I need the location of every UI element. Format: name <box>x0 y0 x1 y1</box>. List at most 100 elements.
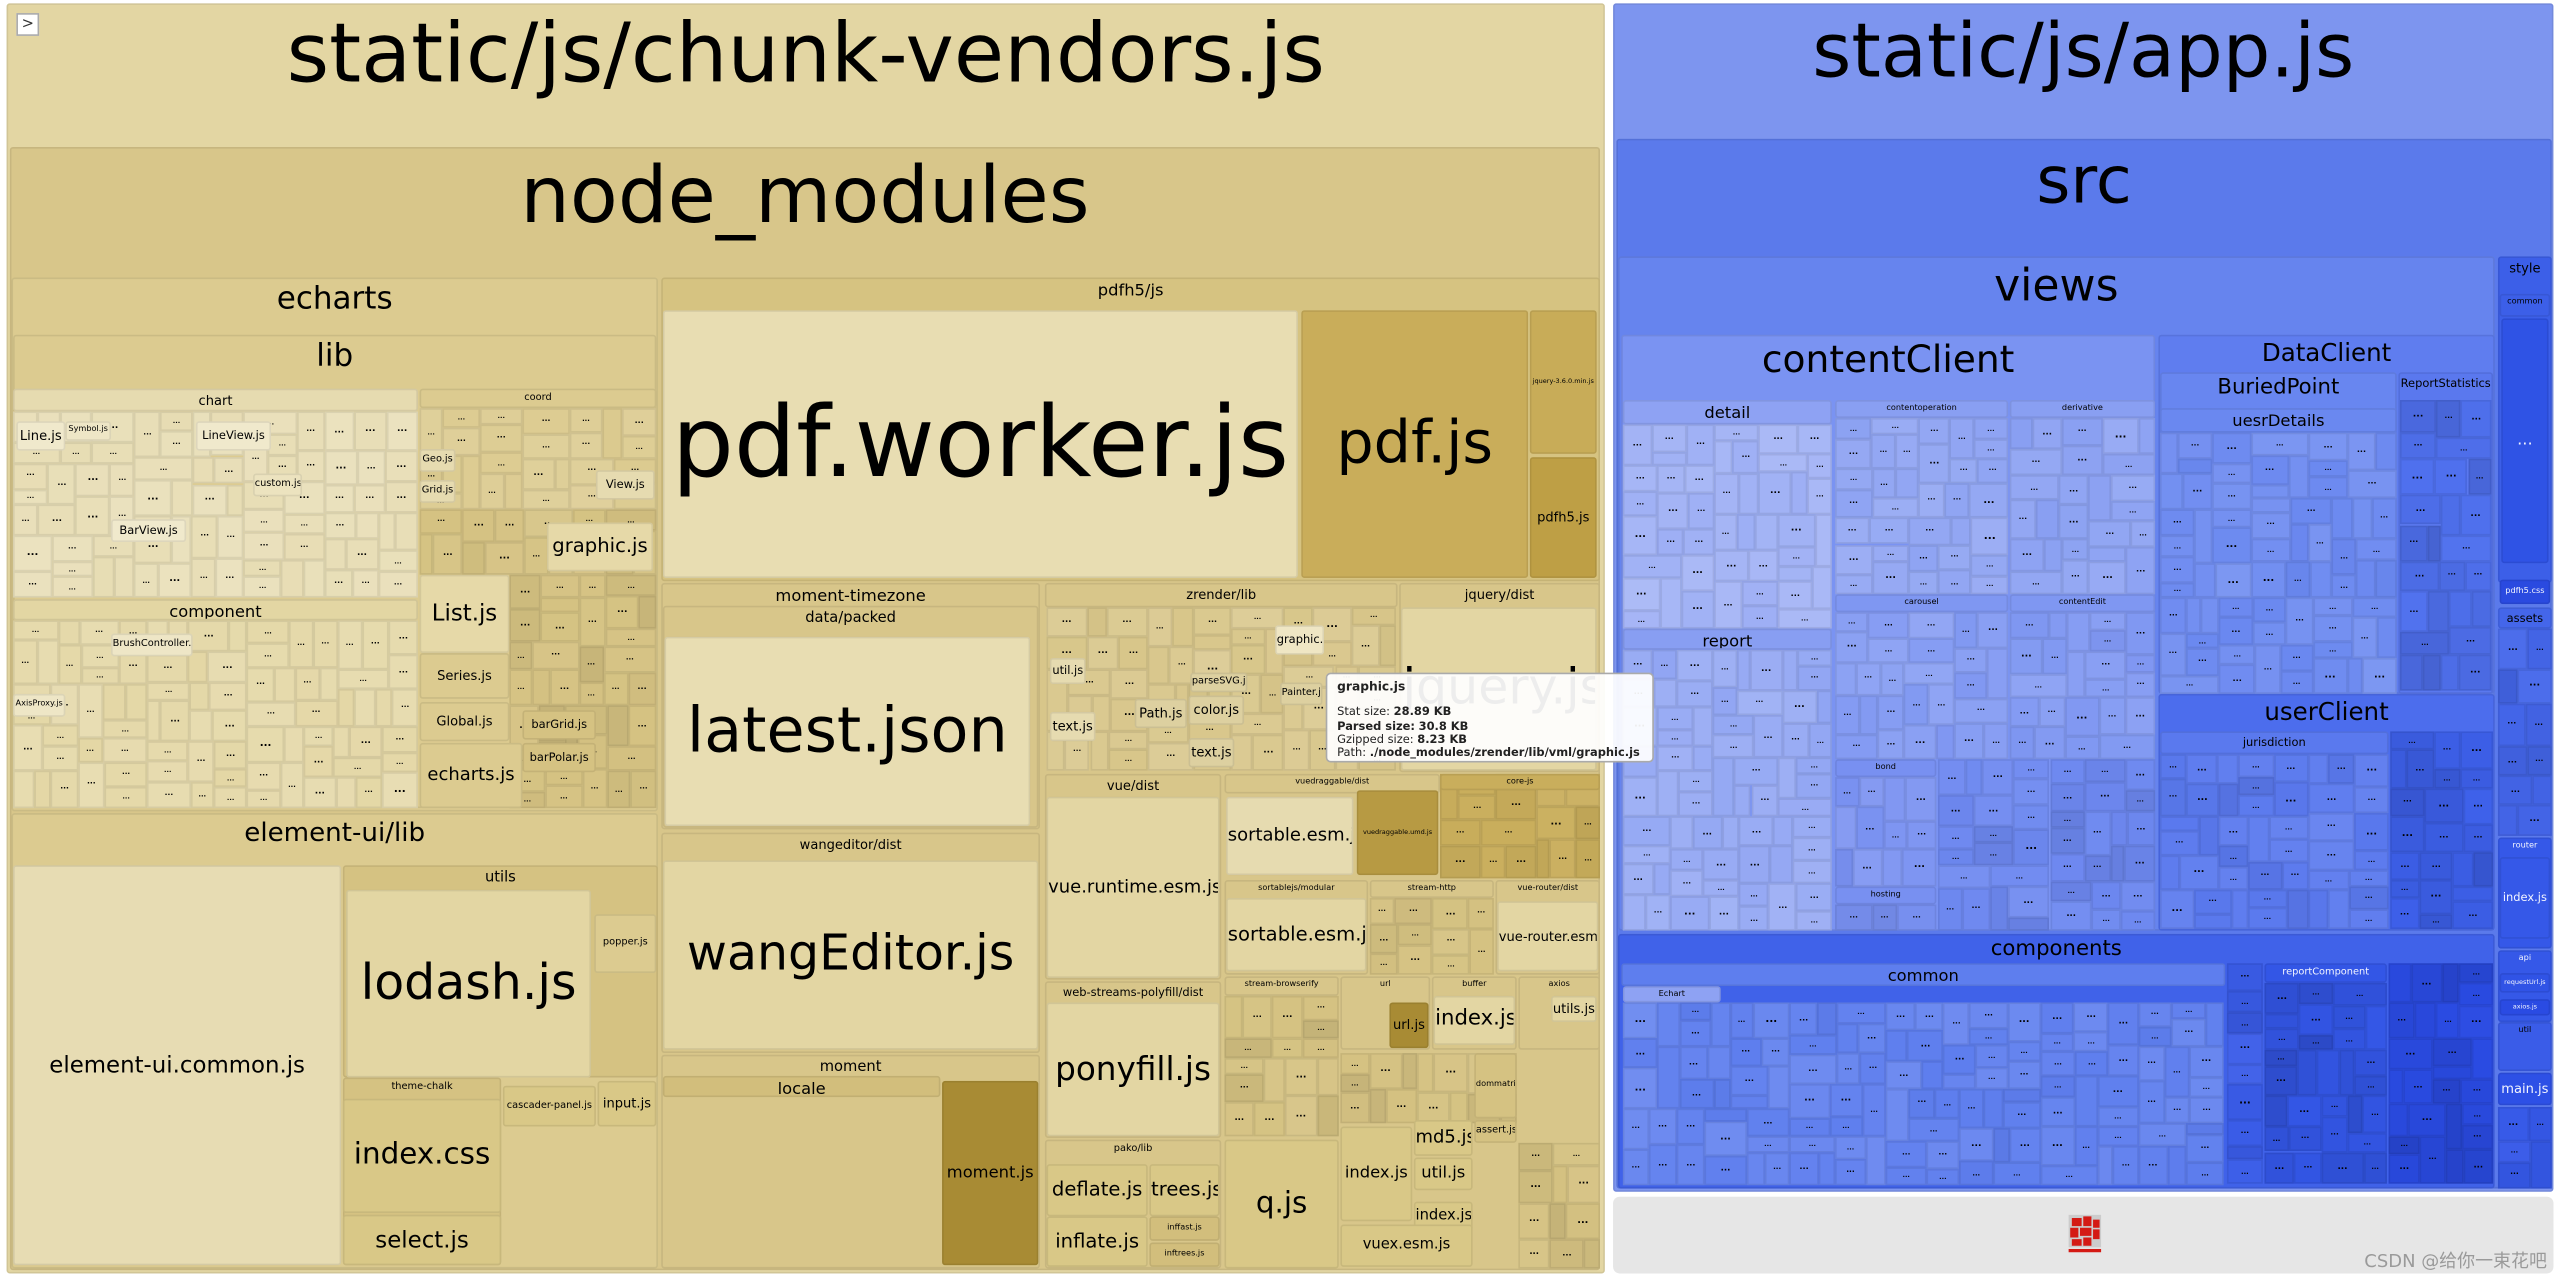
treemap-module-cell[interactable]: ... <box>1652 649 1677 679</box>
treemap-module-cell[interactable]: ... <box>545 784 583 809</box>
treemap-node-inftrees[interactable]: inftrees.js <box>1149 1242 1220 1267</box>
treemap-module-cell[interactable] <box>2308 754 2328 785</box>
treemap-module-cell[interactable]: ... <box>2050 881 2092 901</box>
treemap-module-cell[interactable] <box>1729 1094 1769 1109</box>
treemap-module-cell[interactable]: ... <box>13 535 53 572</box>
treemap-module-cell[interactable]: ... <box>2089 612 2126 630</box>
treemap-module-cell[interactable]: ... <box>1835 904 1873 931</box>
treemap-module-cell[interactable]: ... <box>37 504 76 536</box>
treemap-node-popper[interactable]: popper.js <box>594 914 657 974</box>
treemap-module-cell[interactable]: ... <box>2273 754 2309 783</box>
treemap-node-zrender[interactable]: zrender/lib <box>1044 582 1398 608</box>
treemap-module-cell[interactable]: ... <box>215 558 244 598</box>
treemap-module-cell[interactable]: ... <box>2436 399 2462 438</box>
treemap-module-cell[interactable]: ... <box>1808 723 1832 759</box>
treemap-module-cell[interactable]: ... <box>1656 729 1694 746</box>
treemap-node-main-js[interactable]: main.js <box>2497 1072 2552 1106</box>
treemap-module-cell[interactable] <box>2206 1002 2224 1046</box>
treemap-module-cell[interactable]: ... <box>1676 1144 1705 1186</box>
treemap-module-cell[interactable]: ... <box>1908 1088 1936 1118</box>
treemap-module-cell[interactable]: ... <box>2264 1065 2298 1096</box>
treemap-module-cell[interactable]: ... <box>1746 1136 1790 1153</box>
treemap-module-cell[interactable]: ... <box>442 408 481 429</box>
treemap-module-cell[interactable]: ... <box>1791 836 1832 861</box>
treemap-module-cell[interactable]: ... <box>1106 607 1148 637</box>
treemap-node-pdf-js[interactable]: pdf.js <box>1301 310 1529 578</box>
treemap-module-cell[interactable]: ... <box>2286 560 2310 598</box>
treemap-node-detail[interactable]: detail <box>1622 399 1832 425</box>
treemap-module-cell[interactable]: ... <box>1648 1144 1677 1186</box>
treemap-module-cell[interactable]: ... <box>2308 869 2349 890</box>
treemap-module-cell[interactable] <box>602 408 623 459</box>
treemap-module-cell[interactable]: ... <box>1046 607 1087 637</box>
treemap-module-cell[interactable] <box>355 512 379 540</box>
treemap-module-cell[interactable]: ... <box>209 682 248 710</box>
treemap-node-coord[interactable]: coord <box>419 388 657 409</box>
treemap-module-cell[interactable] <box>1987 647 2009 699</box>
treemap-module-cell[interactable]: ... <box>462 509 495 542</box>
treemap-module-cell[interactable]: ... <box>247 726 285 763</box>
treemap-module-cell[interactable]: ... <box>1971 575 2009 595</box>
treemap-module-cell[interactable]: ... <box>217 515 244 559</box>
treemap-module-cell[interactable] <box>2177 458 2213 473</box>
treemap-module-cell[interactable]: ... <box>2064 697 2100 736</box>
treemap-module-cell[interactable]: ... <box>1271 995 1304 1039</box>
treemap-module-cell[interactable]: ... <box>2226 1012 2263 1033</box>
treemap-module-cell[interactable]: ... <box>1702 880 1740 896</box>
treemap-module-cell[interactable]: ... <box>2399 459 2435 496</box>
treemap-module-cell[interactable] <box>1704 1108 1747 1123</box>
treemap-module-cell[interactable] <box>1818 1152 1835 1186</box>
treemap-module-cell[interactable]: ... <box>1855 662 1881 695</box>
treemap-module-cell[interactable]: ... <box>1904 662 1954 685</box>
treemap-module-cell[interactable]: ... <box>2459 495 2492 536</box>
treemap-module-cell[interactable] <box>1816 690 1832 724</box>
treemap-module-cell[interactable]: ... <box>1549 839 1577 879</box>
treemap-module-cell[interactable]: ... <box>2419 879 2453 914</box>
treemap-module-cell[interactable]: ... <box>2058 475 2089 505</box>
treemap-module-cell[interactable]: ... <box>1872 498 1919 518</box>
treemap-module-cell[interactable]: ... <box>2463 1150 2494 1184</box>
treemap-module-cell[interactable]: ... <box>1224 1074 1265 1102</box>
treemap-module-cell[interactable]: ... <box>2138 1146 2168 1186</box>
treemap-module-cell[interactable]: ... <box>2441 535 2492 562</box>
treemap-module-cell[interactable]: ... <box>2459 983 2494 1006</box>
treemap-module-cell[interactable]: ... <box>1732 441 1760 474</box>
treemap-module-cell[interactable] <box>2194 915 2232 929</box>
treemap-module-cell[interactable]: ... <box>2226 1159 2263 1184</box>
treemap-module-cell[interactable]: ... <box>2009 475 2059 500</box>
treemap-module-cell[interactable]: ... <box>1622 864 1654 895</box>
treemap-module-cell[interactable]: ... <box>57 644 82 685</box>
treemap-module-cell[interactable]: ... <box>2013 804 2049 829</box>
treemap-module-cell[interactable]: ... <box>333 757 382 777</box>
treemap-node-index-css[interactable]: index.css <box>342 1098 502 1214</box>
treemap-module-cell[interactable]: ... <box>1622 1002 1658 1039</box>
treemap-module-cell[interactable]: ... <box>243 510 285 533</box>
treemap-module-cell[interactable]: ... <box>1678 791 1714 817</box>
treemap-module-cell[interactable] <box>2288 455 2309 498</box>
treemap-module-cell[interactable]: ... <box>147 760 188 783</box>
treemap-module-cell[interactable] <box>34 770 52 809</box>
treemap-module-cell[interactable]: ... <box>2159 556 2195 583</box>
treemap-module-cell[interactable]: ... <box>2462 789 2494 825</box>
treemap-module-cell[interactable]: ... <box>2356 539 2397 561</box>
treemap-module-cell[interactable]: ... <box>1622 1068 1658 1109</box>
treemap-node-request[interactable]: requestUrl.js <box>2499 973 2551 993</box>
treemap-module-cell[interactable]: ... <box>1835 574 1873 595</box>
treemap-module-cell[interactable]: ... <box>284 534 325 560</box>
treemap-module-cell[interactable]: ... <box>2436 1003 2460 1038</box>
treemap-module-cell[interactable] <box>2331 497 2354 540</box>
treemap-module-cell[interactable]: ... <box>605 628 657 648</box>
treemap-node-series[interactable]: Series.js <box>419 653 510 699</box>
treemap-module-cell[interactable]: ... <box>303 726 334 747</box>
treemap-module-cell[interactable]: ... <box>1713 424 1760 442</box>
treemap-module-cell[interactable] <box>1836 1023 1858 1053</box>
treemap-module-cell[interactable]: ... <box>1905 777 1937 822</box>
treemap-module-cell[interactable]: ... <box>1713 549 1749 582</box>
treemap-module-cell[interactable]: ... <box>52 561 93 578</box>
treemap-module-cell[interactable]: ... <box>1797 424 1832 455</box>
treemap-module-cell[interactable]: ... <box>1797 665 1832 691</box>
treemap-module-cell[interactable]: ... <box>2462 824 2494 852</box>
treemap-module-cell[interactable] <box>1693 707 1714 746</box>
treemap-module-cell[interactable]: ... <box>1369 1053 1402 1089</box>
treemap-module-cell[interactable]: ... <box>1518 1238 1551 1269</box>
